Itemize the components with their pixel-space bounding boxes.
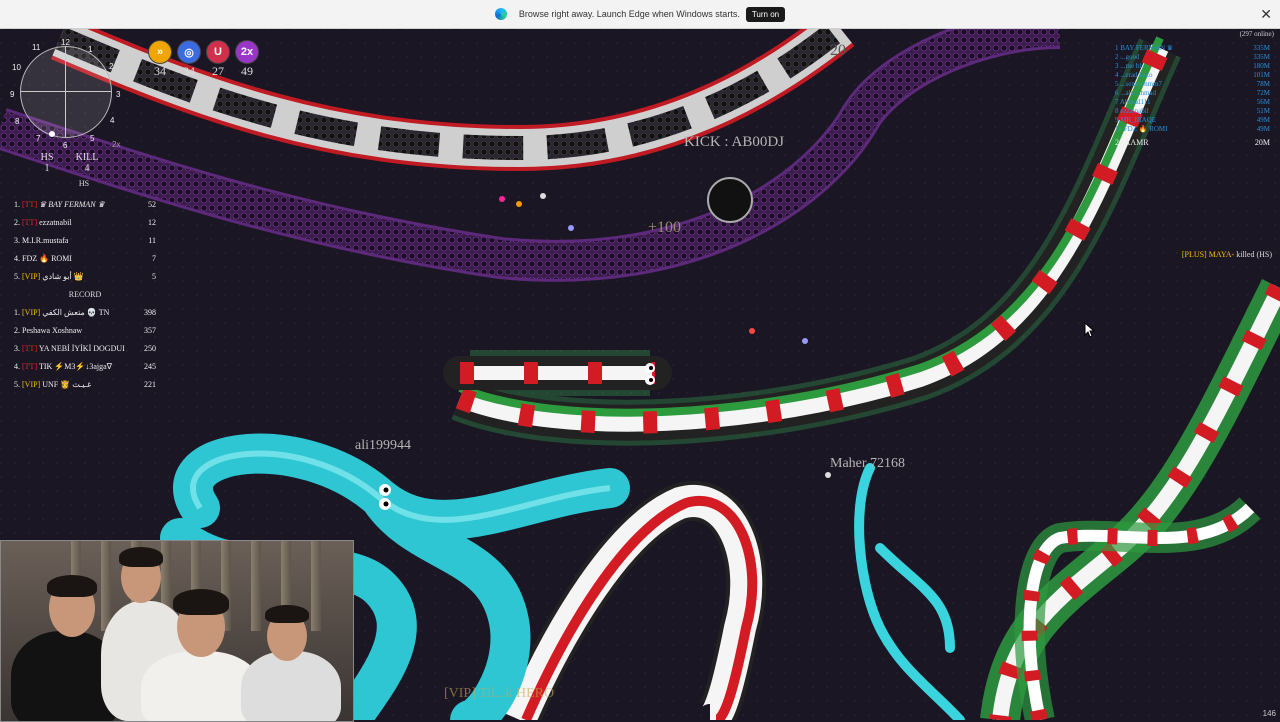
food-orb bbox=[499, 196, 505, 202]
killfeed-player: [PLUS] MAYA- bbox=[1181, 250, 1235, 259]
score-leaderboard: 1 BAY FERMAN ♛ 335M 2 ...good 335M 3 ...me… bbox=[1115, 44, 1270, 147]
hs-label: HS bbox=[40, 152, 54, 163]
leaderboard-row: 2. [TT] ezzatnabil 12 bbox=[14, 218, 156, 227]
shield-icon: U bbox=[206, 40, 230, 64]
clock-number: 5 bbox=[90, 134, 95, 143]
snake-cyan-thin bbox=[854, 463, 965, 720]
record-row: 3. [TT] YA NEBİ İYİKİ DOGDUI 250 bbox=[14, 344, 156, 353]
hs-stat: HS 1 bbox=[38, 152, 56, 174]
clock-number: 11 bbox=[32, 43, 41, 52]
kill-feed: [PLUS] MAYA- killed (HS) bbox=[1182, 250, 1272, 259]
score-row: 4 ...erad hazo 101M bbox=[1115, 71, 1270, 79]
speed-icon: » bbox=[148, 40, 172, 64]
online-count: (297 online) bbox=[1239, 30, 1274, 38]
record-row: 4. [TT] TIK ⚡M3⚡↓3ajga∇ 245 bbox=[14, 362, 156, 371]
score-popup-faded: 20 bbox=[830, 42, 846, 59]
food-orb bbox=[568, 225, 574, 231]
clock-number: 12 bbox=[61, 38, 70, 47]
minimap bbox=[20, 46, 112, 138]
kills-leaderboard: 1. [TT] ♛ BAY FERMAN ♛ 52 2. [TT] ezzatna… bbox=[14, 196, 156, 394]
score-row: 9 MR_IRAQE 49M bbox=[1115, 116, 1270, 124]
player-name-maher: Maher 72168 bbox=[830, 456, 906, 471]
record-title: RECORD bbox=[68, 290, 102, 299]
score-row: 10 FDZ 🔥 ROMI 49M bbox=[1115, 125, 1270, 133]
player-name-ali: ali199944 bbox=[355, 438, 411, 453]
leaderboard-row: 5. [VIP] أبو شادي 👑 5 bbox=[14, 272, 156, 281]
leaderboard-row: 4. FDZ 🔥 ROMI 7 bbox=[14, 254, 156, 263]
score-row: 7 Ahmad111 56M bbox=[1115, 98, 1270, 106]
kick-label: KICK : AB00DJ bbox=[684, 134, 785, 150]
killfeed-action: killed (HS) bbox=[1236, 250, 1272, 259]
hs-sub-label: HS bbox=[78, 179, 90, 188]
food-orb bbox=[802, 338, 808, 344]
powerup-bar: » 34 ◎ 34 U 27 2x 49 bbox=[148, 40, 259, 79]
ab00dj-snake-head bbox=[707, 177, 753, 223]
hs-value: 1 bbox=[44, 163, 50, 174]
powerup-slot: » 34 bbox=[148, 40, 172, 79]
clock-number: 9 bbox=[10, 90, 15, 99]
food-orb bbox=[540, 193, 546, 199]
clock-number: 10 bbox=[12, 63, 21, 72]
clock-number: 3 bbox=[116, 90, 121, 99]
powerup-slot: U 27 bbox=[206, 40, 230, 79]
powerup-slot: ◎ 34 bbox=[177, 40, 201, 79]
score-row: 5 ...semmmmm7 78M bbox=[1115, 80, 1270, 88]
close-icon[interactable]: ✕ bbox=[1260, 6, 1272, 23]
clock-number: 7 bbox=[36, 134, 41, 143]
streamer-person bbox=[241, 651, 341, 721]
minimap-extra-label: 2x bbox=[112, 140, 121, 149]
player-name-bottom: [VIP] Til...k HERO bbox=[444, 686, 555, 701]
frame-counter: 146 bbox=[1262, 709, 1276, 718]
score-row: 2 ...good 335M bbox=[1115, 53, 1270, 61]
record-row: 5. [VIP] UNF 👸 غـيـث 221 bbox=[14, 380, 156, 389]
kill-stat: KILL 4 bbox=[72, 152, 102, 174]
record-row: 1. [VIP] متعش الكفي 💀 TN 398 bbox=[14, 308, 156, 317]
webcam-overlay bbox=[0, 540, 354, 722]
magnet-icon: ◎ bbox=[177, 40, 201, 64]
notification-message: Browse right away. Launch Edge when Wind… bbox=[518, 9, 740, 19]
kill-value: 4 bbox=[84, 163, 90, 174]
double-icon: 2x bbox=[235, 40, 259, 64]
powerup-count: 27 bbox=[212, 64, 224, 78]
score-row: 8 ezzatnabil 51M bbox=[1115, 107, 1270, 115]
food-orb bbox=[825, 472, 831, 478]
powerup-count: 34 bbox=[154, 64, 166, 78]
kill-label: KILL bbox=[75, 152, 99, 163]
clock-number: 2 bbox=[109, 62, 114, 71]
leaderboard-row: 1. [TT] ♛ BAY FERMAN ♛ 52 bbox=[14, 200, 156, 209]
powerup-count: 49 bbox=[241, 64, 253, 78]
browser-notification-bar: Browse right away. Launch Edge when Wind… bbox=[0, 0, 1280, 29]
mouse-cursor-icon bbox=[1084, 322, 1096, 338]
turn-on-button[interactable]: Turn on bbox=[745, 6, 786, 22]
powerup-slot: 2x 49 bbox=[235, 40, 259, 79]
score-row: 1 BAY FERMAN ♛ 335M bbox=[1115, 44, 1270, 52]
score-row: 6 ...alw ahmad 72M bbox=[1115, 89, 1270, 97]
clock-number: 4 bbox=[110, 116, 115, 125]
food-orb bbox=[749, 328, 755, 334]
score-popup: +100 bbox=[648, 219, 682, 236]
record-row: 2. Peshawa Xoshnaw 357 bbox=[14, 326, 156, 335]
edge-logo-icon bbox=[494, 8, 507, 20]
powerup-count: 34 bbox=[183, 64, 195, 78]
leaderboard-row: 3. M.I.R.mustafa 11 bbox=[14, 236, 156, 245]
food-orb bbox=[516, 201, 522, 207]
my-score-row: 24 AAMR 20M bbox=[1115, 138, 1270, 147]
clock-number: 6 bbox=[63, 141, 68, 150]
player-position-dot bbox=[49, 131, 55, 137]
score-row: 3 ...me bf 180M bbox=[1115, 62, 1270, 70]
clock-number: 8 bbox=[15, 117, 20, 126]
clock-number: 1 bbox=[88, 45, 93, 54]
